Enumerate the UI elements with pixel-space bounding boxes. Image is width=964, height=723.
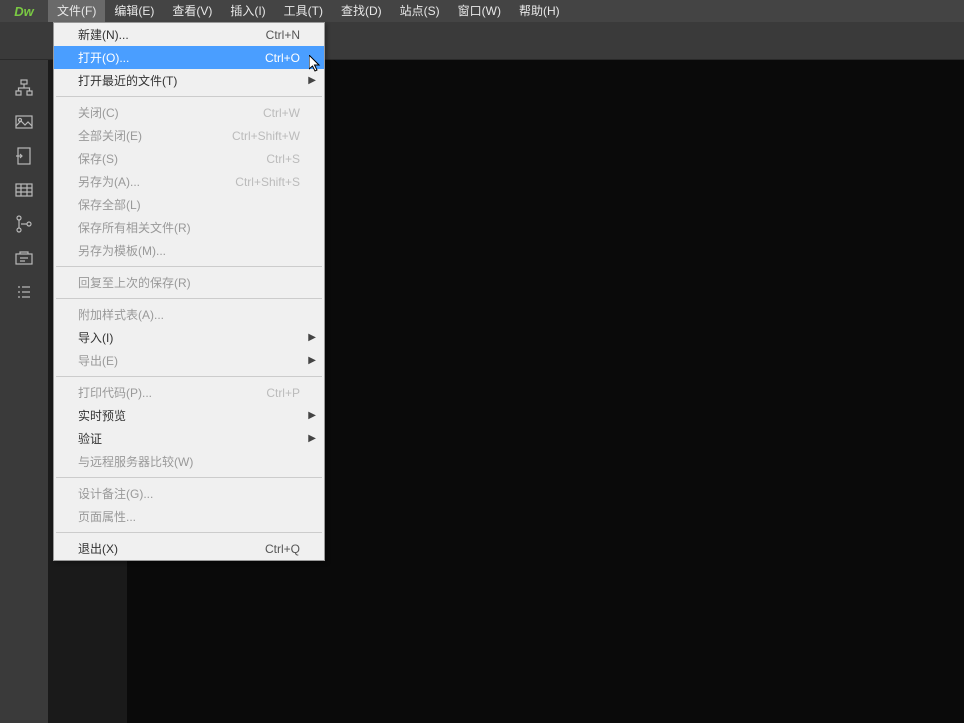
list-icon[interactable] <box>14 282 34 302</box>
dropdown-item-label: 保存(S) <box>78 150 266 167</box>
dropdown-item[interactable]: 新建(N)...Ctrl+N <box>54 23 324 46</box>
dropdown-item: 保存所有相关文件(R) <box>54 216 324 239</box>
chevron-right-icon: ▶ <box>308 410 316 421</box>
dropdown-item: 另存为(A)...Ctrl+Shift+S <box>54 170 324 193</box>
dropdown-item-label: 打开(O)... <box>78 49 265 66</box>
dropdown-separator <box>56 298 322 299</box>
dropdown-shortcut: Ctrl+P <box>266 386 300 400</box>
dropdown-item-label: 导出(E) <box>78 352 300 369</box>
dropdown-separator <box>56 532 322 533</box>
dropdown-shortcut: Ctrl+Shift+S <box>235 175 300 189</box>
dropdown-shortcut: Ctrl+Shift+W <box>232 129 300 143</box>
dropdown-item[interactable]: 验证 ▶ <box>54 427 324 450</box>
dropdown-item: 保存全部(L) <box>54 193 324 216</box>
dropdown-item: 另存为模板(M)... <box>54 239 324 262</box>
tree-icon[interactable] <box>14 214 34 234</box>
dropdown-item: 回复至上次的保存(R) <box>54 271 324 294</box>
dropdown-item[interactable]: 退出(X)Ctrl+Q <box>54 537 324 560</box>
settings-icon[interactable] <box>14 248 34 268</box>
dropdown-separator <box>56 376 322 377</box>
dropdown-item-label: 保存所有相关文件(R) <box>78 219 300 236</box>
dropdown-shortcut: Ctrl+O <box>265 51 300 65</box>
menu-item-4[interactable]: 工具(T) <box>275 0 332 22</box>
grid-icon[interactable] <box>14 180 34 200</box>
dropdown-item-label: 附加样式表(A)... <box>78 306 300 323</box>
dropdown-item: 打印代码(P)...Ctrl+P <box>54 381 324 404</box>
dropdown-item-label: 打开最近的文件(T) <box>78 72 300 89</box>
dropdown-item-label: 页面属性... <box>78 508 300 525</box>
dropdown-item-label: 回复至上次的保存(R) <box>78 274 300 291</box>
chevron-right-icon: ▶ <box>308 355 316 366</box>
menu-item-5[interactable]: 查找(D) <box>332 0 391 22</box>
dropdown-item-label: 全部关闭(E) <box>78 127 232 144</box>
dropdown-separator <box>56 477 322 478</box>
dropdown-shortcut: Ctrl+Q <box>265 542 300 556</box>
dropdown-item-label: 导入(I) <box>78 329 300 346</box>
dropdown-item[interactable]: 导入(I) ▶ <box>54 326 324 349</box>
app-logo: Dw <box>0 0 48 22</box>
insert-icon[interactable] <box>14 146 34 166</box>
dropdown-shortcut: Ctrl+S <box>266 152 300 166</box>
dropdown-item-label: 设计备注(G)... <box>78 485 300 502</box>
dropdown-item-label: 打印代码(P)... <box>78 384 266 401</box>
dropdown-item: 设计备注(G)... <box>54 482 324 505</box>
menu-item-8[interactable]: 帮助(H) <box>510 0 569 22</box>
dropdown-separator <box>56 96 322 97</box>
image-icon[interactable] <box>14 112 34 132</box>
dropdown-item: 页面属性... <box>54 505 324 528</box>
dropdown-item: 关闭(C)Ctrl+W <box>54 101 324 124</box>
menu-item-6[interactable]: 站点(S) <box>391 0 449 22</box>
dropdown-separator <box>56 266 322 267</box>
menu-item-7[interactable]: 窗口(W) <box>449 0 510 22</box>
dropdown-item: 导出(E) ▶ <box>54 349 324 372</box>
menu-item-1[interactable]: 编辑(E) <box>105 0 163 22</box>
chevron-right-icon: ▶ <box>308 433 316 444</box>
dropdown-item: 全部关闭(E)Ctrl+Shift+W <box>54 124 324 147</box>
dropdown-item: 保存(S)Ctrl+S <box>54 147 324 170</box>
menu-item-3[interactable]: 插入(I) <box>221 0 274 22</box>
menu-item-2[interactable]: 查看(V) <box>163 0 221 22</box>
dropdown-item-label: 另存为模板(M)... <box>78 242 300 259</box>
dropdown-item[interactable]: 实时预览 ▶ <box>54 404 324 427</box>
dropdown-item-label: 新建(N)... <box>78 26 266 43</box>
dropdown-shortcut: Ctrl+N <box>266 28 300 42</box>
dropdown-item-label: 实时预览 <box>78 407 300 424</box>
dropdown-item-label: 另存为(A)... <box>78 173 235 190</box>
dropdown-item[interactable]: 打开(O)...Ctrl+O <box>54 46 324 69</box>
hierarchy-icon[interactable] <box>14 78 34 98</box>
dropdown-item-label: 保存全部(L) <box>78 196 300 213</box>
dropdown-item-label: 与远程服务器比较(W) <box>78 453 300 470</box>
dropdown-item: 附加样式表(A)... <box>54 303 324 326</box>
sidebar <box>0 60 48 723</box>
dropdown-item: 与远程服务器比较(W) <box>54 450 324 473</box>
dropdown-item[interactable]: 打开最近的文件(T) ▶ <box>54 69 324 92</box>
dropdown-item-label: 验证 <box>78 430 300 447</box>
menu-item-0[interactable]: 文件(F) <box>48 0 105 22</box>
dropdown-shortcut: Ctrl+W <box>263 106 300 120</box>
dropdown-item-label: 退出(X) <box>78 540 265 557</box>
file-menu-dropdown: 新建(N)...Ctrl+N打开(O)...Ctrl+O打开最近的文件(T)▶关… <box>53 22 325 561</box>
chevron-right-icon: ▶ <box>308 75 316 86</box>
chevron-right-icon: ▶ <box>308 332 316 343</box>
menubar: Dw 文件(F)编辑(E)查看(V)插入(I)工具(T)查找(D)站点(S)窗口… <box>0 0 964 22</box>
dropdown-item-label: 关闭(C) <box>78 104 263 121</box>
